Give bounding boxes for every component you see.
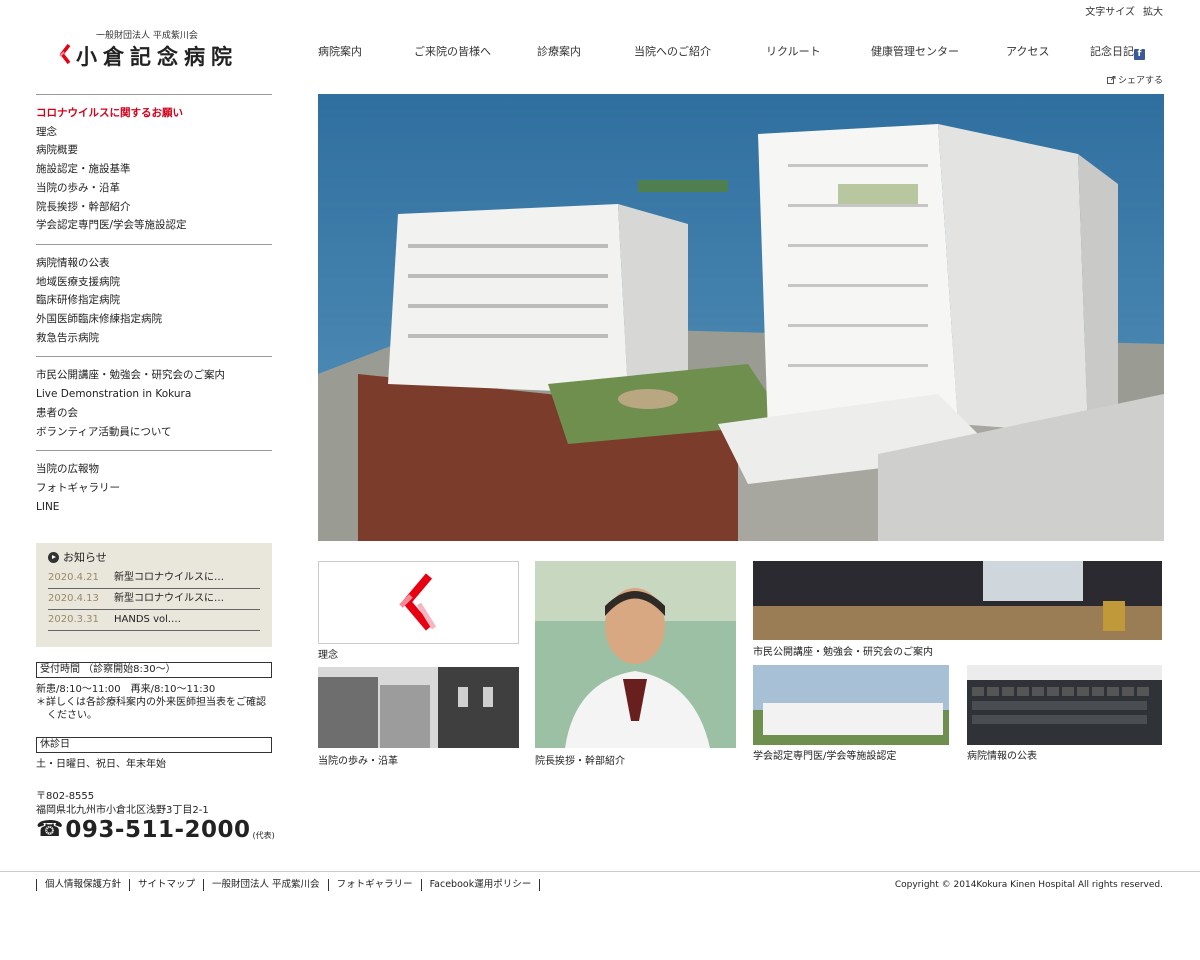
sidebar-item-history[interactable]: 当院の歩み・沿革 (36, 179, 272, 198)
lecture-hall-photo (753, 561, 1162, 640)
caption-history[interactable]: 当院の歩み・沿革 (318, 752, 398, 767)
nav-for-visitors[interactable]: ご来院の皆様へ (414, 43, 491, 59)
phone-number: ☎ 093-511-2000 (代表) (36, 817, 275, 843)
footer-link-privacy[interactable]: 個人情報保護方針 (36, 879, 129, 891)
news-text[interactable]: 新型コロナウイルスに… (114, 568, 224, 588)
arrow-circle-icon (48, 551, 59, 563)
sidebar-item-line[interactable]: LINE (36, 498, 272, 517)
font-size-label: 文字サイズ (1085, 7, 1135, 18)
sidebar-item-regional-support[interactable]: 地域医療支援病院 (36, 273, 272, 292)
sidebar-item-publications[interactable]: 当院の広報物 (36, 460, 272, 479)
hospital-logo[interactable]: 一般財団法人 平成紫川会 小倉記念病院 (58, 28, 258, 72)
footer-links: 個人情報保護方針 サイトマップ 一般財団法人 平成紫川会 フォトギャラリー Fa… (36, 879, 541, 891)
news-box: お知らせ 2020.4.21 新型コロナウイルスに… 2020.4.13 新型コ… (36, 543, 272, 647)
caption-public-info[interactable]: 病院情報の公表 (967, 747, 1037, 762)
footer-link-sitemap[interactable]: サイトマップ (129, 879, 203, 891)
footer-link-foundation[interactable]: 一般財団法人 平成紫川会 (203, 879, 328, 891)
footer-divider (0, 871, 1200, 872)
caption-specialists[interactable]: 学会認定専門医/学会等施設認定 (753, 747, 896, 762)
keyboard-photo (967, 665, 1162, 745)
logo-mark-icon (399, 573, 437, 631)
sidebar-item-live-demo[interactable]: Live Demonstration in Kokura (36, 385, 272, 404)
director-portrait-photo (535, 561, 736, 748)
thumb-history[interactable] (318, 667, 519, 748)
thumb-public-info[interactable] (967, 665, 1162, 745)
nav-hospital-guide[interactable]: 病院案内 (318, 43, 362, 59)
footer-link-facebook-policy[interactable]: Facebook運用ポリシー (420, 879, 541, 891)
closed-days-text: 土・日曜日、祝日、年末年始 (36, 759, 166, 770)
sidebar-item-overview[interactable]: 病院概要 (36, 141, 272, 160)
nav-referral[interactable]: 当院へのご紹介 (634, 43, 711, 59)
sidebar-item-philosophy[interactable]: 理念 (36, 123, 272, 142)
news-date: 2020.4.13 (48, 593, 99, 604)
thumb-specialists[interactable] (753, 665, 949, 745)
news-text[interactable]: HANDS vol.… (114, 610, 181, 630)
sidebar-nav: コロナウイルスに関するお願い 理念 病院概要 施設認定・施設基準 当院の歩み・沿… (36, 94, 272, 525)
reception-hours-note: ＊詳しくは各診療科案内の外来医師担当表をご確認 (36, 697, 266, 708)
news-date: 2020.4.21 (48, 572, 99, 583)
nav-medical-guide[interactable]: 診療案内 (537, 43, 581, 59)
news-date: 2020.3.31 (48, 614, 99, 625)
share-button[interactable]: シェアする (1106, 73, 1163, 86)
sidebar-group-media: 当院の広報物 フォトギャラリー LINE (36, 450, 272, 525)
phone-note: (代表) (252, 831, 275, 840)
reception-hours-text: 新患/8:10～11:00 再来/8:10～11:30 ＊詳しくは各診療科案内の… (36, 683, 276, 722)
news-text[interactable]: 新型コロナウイルスに… (114, 589, 224, 609)
postal-code: 〒802-8555 (36, 791, 95, 802)
news-item[interactable]: 2020.3.31 HANDS vol.… (48, 610, 260, 631)
nav-health-center[interactable]: 健康管理センター (871, 43, 959, 59)
thumb-lectures[interactable] (753, 561, 1162, 640)
sidebar-item-photo-gallery[interactable]: フォトギャラリー (36, 479, 272, 498)
sidebar-group-info: 病院情報の公表 地域医療支援病院 臨床研修指定病院 外国医師臨床修練指定病院 救… (36, 243, 272, 357)
historic-building-photo (318, 667, 519, 748)
phone-number-value: 093-511-2000 (65, 817, 251, 843)
reception-hours-title: 受付時間 （診察開始8:30～） (36, 662, 272, 678)
sidebar-item-public-info[interactable]: 病院情報の公表 (36, 254, 272, 273)
news-item[interactable]: 2020.4.13 新型コロナウイルスに… (48, 589, 260, 610)
global-nav: 病院案内 ご来院の皆様へ 診療案内 当院へのご紹介 リクルート 健康管理センター… (318, 43, 1164, 61)
logo-name: 小倉記念病院 (76, 44, 238, 69)
staff-group-photo (753, 665, 949, 745)
closed-days-title: 休診日 (36, 737, 272, 753)
nav-diary[interactable]: 記念日記 f (1090, 43, 1145, 60)
facebook-icon: f (1134, 49, 1145, 60)
nav-diary-label: 記念日記 (1090, 45, 1134, 58)
reception-hours-line: 新患/8:10～11:00 再来/8:10～11:30 (36, 684, 216, 695)
share-label: シェアする (1117, 76, 1163, 86)
nav-access[interactable]: アクセス (1006, 43, 1049, 59)
thumb-philosophy[interactable] (318, 561, 519, 644)
sidebar-item-clinical-training[interactable]: 臨床研修指定病院 (36, 291, 272, 310)
news-title-label: お知らせ (63, 551, 107, 564)
address: 福岡県北九州市小倉北区浅野3丁目2-1 (36, 805, 209, 816)
sidebar-item-greeting[interactable]: 院長挨拶・幹部紹介 (36, 198, 272, 217)
sidebar-item-specialists[interactable]: 学会認定専門医/学会等施設認定 (36, 216, 272, 235)
sidebar-item-foreign-doctor[interactable]: 外国医師臨床修練指定病院 (36, 310, 272, 329)
caption-lectures[interactable]: 市民公開講座・勉強会・研究会のご案内 (753, 643, 933, 658)
sidebar-item-corona-notice[interactable]: コロナウイルスに関するお願い (36, 104, 272, 123)
logo-mark-icon (59, 44, 71, 64)
news-title: お知らせ (48, 549, 260, 565)
reception-hours-note-cont: ください。 (47, 710, 97, 721)
thumb-director[interactable] (535, 561, 736, 748)
caption-director[interactable]: 院長挨拶・幹部紹介 (535, 752, 625, 767)
sidebar-item-emergency[interactable]: 救急告示病院 (36, 329, 272, 348)
hospital-hero-image (318, 94, 1164, 541)
sidebar-item-certification[interactable]: 施設認定・施設基準 (36, 160, 272, 179)
nav-recruit[interactable]: リクルート (766, 43, 821, 59)
sidebar-group-about: コロナウイルスに関するお願い 理念 病院概要 施設認定・施設基準 当院の歩み・沿… (36, 94, 272, 244)
hospital-building-illustration (318, 94, 1164, 541)
caption-philosophy[interactable]: 理念 (318, 646, 338, 661)
copyright: Copyright © 2014Kokura Kinen Hospital Al… (894, 880, 1163, 890)
sidebar-item-volunteer[interactable]: ボランティア活動員について (36, 423, 272, 442)
share-icon (1106, 75, 1116, 84)
sidebar-group-events: 市民公開講座・勉強会・研究会のご案内 Live Demonstration in… (36, 356, 272, 450)
news-item[interactable]: 2020.4.21 新型コロナウイルスに… (48, 568, 260, 589)
logo-subtitle: 一般財団法人 平成紫川会 (96, 31, 198, 41)
phone-icon: ☎ (36, 817, 64, 842)
sidebar-item-patient-group[interactable]: 患者の会 (36, 404, 272, 423)
footer-link-gallery[interactable]: フォトギャラリー (327, 879, 421, 891)
enlarge-font-button[interactable]: 拡大 (1143, 3, 1163, 18)
font-size-controls: 文字サイズ 拡大 (1085, 3, 1163, 18)
sidebar-item-lectures[interactable]: 市民公開講座・勉強会・研究会のご案内 (36, 366, 272, 385)
